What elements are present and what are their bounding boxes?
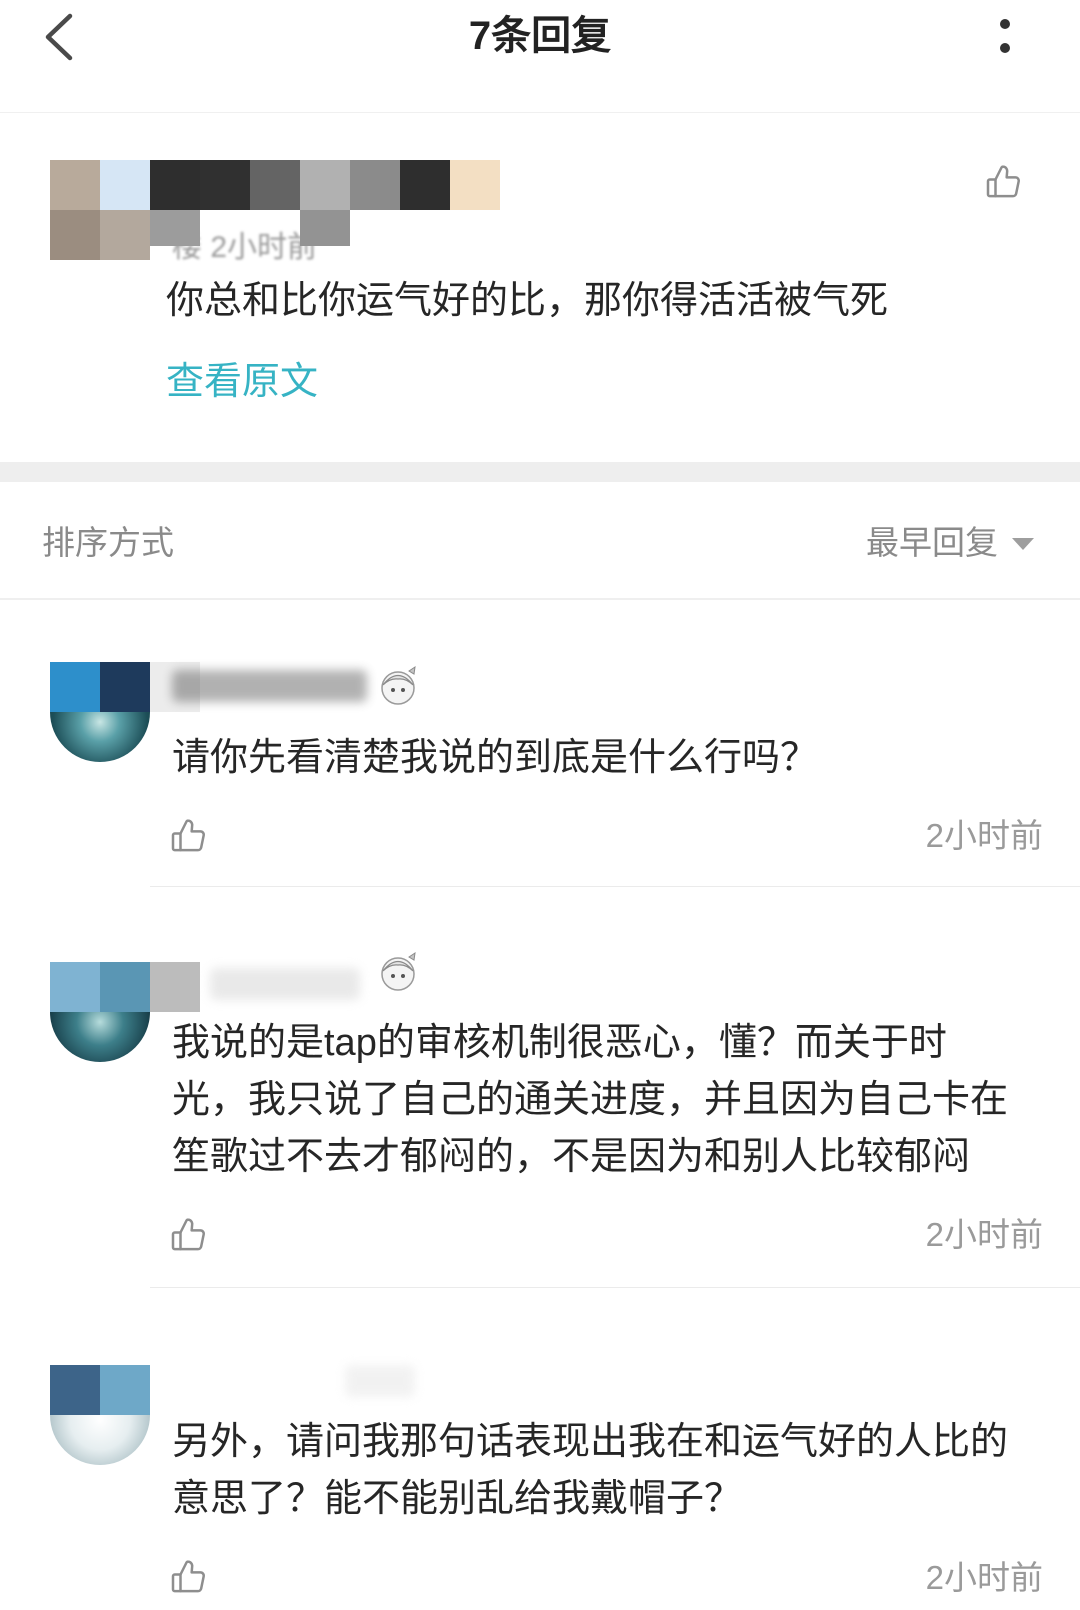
reply-text-line: 另外，请问我那句话表现出我在和运气好的人比的: [172, 1421, 1009, 1463]
avatar-badge-icon: [376, 664, 420, 708]
username-blur: [345, 1365, 415, 1397]
reply-like-button[interactable]: [168, 1215, 208, 1255]
username-blur: [210, 968, 360, 1000]
reply-timestamp: 2小时前: [925, 1559, 1043, 1596]
avatar[interactable]: [50, 662, 150, 762]
thumbs-up-icon: [171, 819, 205, 852]
reply-timestamp: 2小时前: [925, 817, 1043, 854]
username-blur: [172, 670, 367, 702]
original-author-redacted: [50, 160, 500, 260]
replies-page: 7条回复 楼 2小时前 你总和比你运气好的比，那你得活活被气死 查看原文 排序方…: [0, 0, 1080, 1610]
thumbs-up-icon: [171, 1560, 205, 1593]
original-like-button[interactable]: [983, 162, 1023, 202]
view-original-link[interactable]: 查看原文: [166, 357, 318, 407]
reply-like-button[interactable]: [168, 1557, 208, 1597]
more-vertical-icon: [1000, 19, 1010, 53]
header-bar: 7条回复: [0, 0, 1080, 113]
original-comment-text: 你总和比你运气好的比，那你得活活被气死: [166, 280, 889, 322]
thumbs-up-icon: [171, 1218, 205, 1251]
thumbs-up-icon: [986, 165, 1020, 198]
reply-text-line: 笙歌过不去才郁闷的，不是因为和别人比较郁闷: [172, 1136, 971, 1178]
username-redacted: [150, 962, 200, 1012]
reply-text-line: 光，我只说了自己的通关进度，并且因为自己卡在: [172, 1079, 1009, 1121]
reply-text-line: 意思了？能不能别乱给我戴帽子？: [172, 1478, 743, 1520]
avatar[interactable]: [50, 1365, 150, 1465]
sort-dropdown[interactable]: 最早回复: [860, 516, 1050, 570]
page-title: 7条回复: [468, 14, 612, 58]
more-menu-button[interactable]: [985, 12, 1025, 62]
reply-timestamp: 2小时前: [925, 1216, 1043, 1253]
reply-like-button[interactable]: [168, 816, 208, 856]
reply-text-line: 请你先看清楚我说的到底是什么行吗？: [172, 737, 819, 779]
sort-label: 排序方式: [42, 524, 174, 561]
section-separator: [0, 462, 1080, 482]
caret-down-icon: [1012, 538, 1034, 550]
avatar[interactable]: [50, 962, 150, 1062]
avatar-badge-icon: [376, 950, 420, 994]
sort-selected-value: 最早回复: [866, 524, 998, 561]
reply-text-line: 我说的是tap的审核机制很恶心，懂？而关于时: [172, 1022, 947, 1064]
